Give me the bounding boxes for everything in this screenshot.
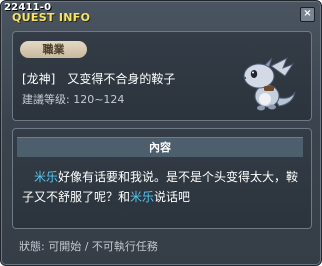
recommended-level: 建議等级: 120~124 <box>22 93 125 106</box>
quest-name: [龙神] 又变得不合身的鞍子 <box>22 72 176 86</box>
content-text-part2: 说话吧 <box>154 190 191 204</box>
dragon-mir-icon <box>243 56 296 111</box>
close-button[interactable]: × <box>300 7 315 22</box>
quest-summary-panel: 職業 [龙神] 又变得不合身的鞍子 建議等级: 120~124 <box>12 31 312 121</box>
content-header: 內容 <box>17 137 303 157</box>
job-badge: 職業 <box>20 41 87 58</box>
npc-name[interactable]: 米乐 <box>34 170 58 184</box>
npc-name-2[interactable]: 米乐 <box>130 190 154 204</box>
window-title: QUEST INFO <box>12 11 91 24</box>
quest-content-panel: 內容 米乐好像有话要和我说。是不是个头变得太大，鞍子又不舒服了呢？和米乐说话吧 <box>12 128 312 229</box>
content-text: 米乐好像有话要和我说。是不是个头变得太大，鞍子又不舒服了呢？和米乐说话吧 <box>22 167 305 207</box>
quest-status: 狀態: 可開始 / 不可執行任務 <box>19 240 158 253</box>
quest-info-window: 22411-0 QUEST INFO × 職業 [龙神] 又变得不合身的鞍子 建… <box>0 0 322 266</box>
